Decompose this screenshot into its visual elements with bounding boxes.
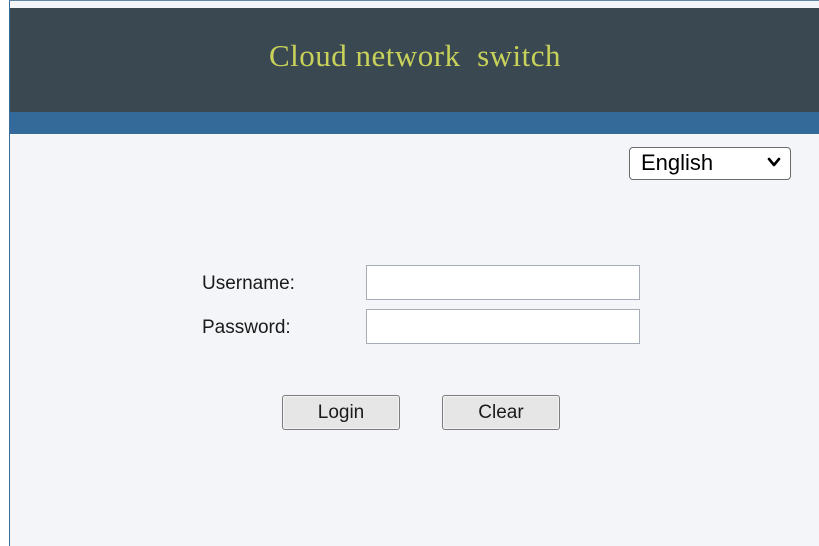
header-stripe	[10, 112, 819, 134]
language-select-value: English	[641, 150, 714, 175]
password-input[interactable]	[366, 309, 640, 344]
chevron-down-icon	[767, 157, 781, 167]
clear-button[interactable]: Clear	[442, 395, 560, 430]
language-select[interactable]: English	[629, 147, 791, 180]
header-banner: Cloud network switch	[10, 8, 819, 112]
app-title: Cloud network switch	[268, 38, 562, 73]
login-button[interactable]: Login	[282, 395, 400, 430]
username-label: Username:	[202, 273, 295, 294]
username-input[interactable]	[366, 265, 640, 300]
password-label: Password:	[202, 317, 291, 338]
login-frame: Cloud network switch English Username: P…	[9, 0, 819, 546]
